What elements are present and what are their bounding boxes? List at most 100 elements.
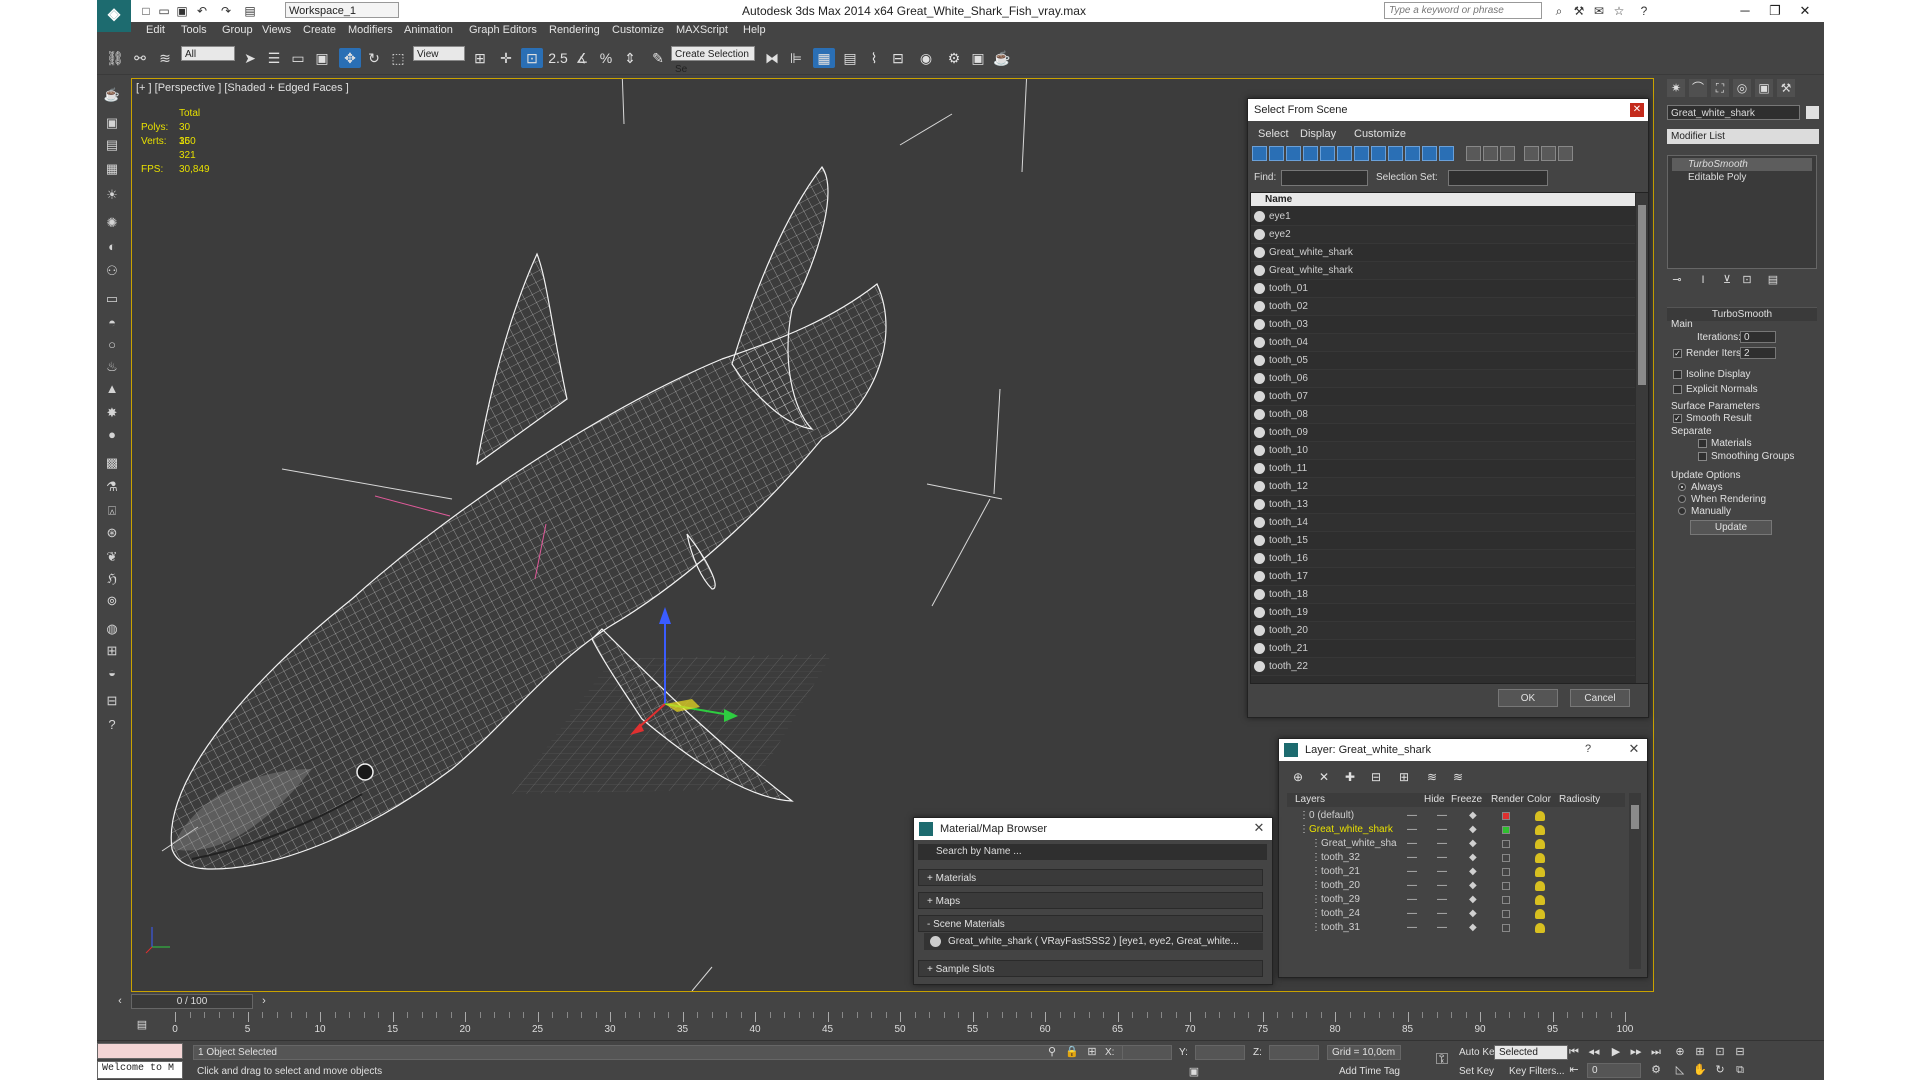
display-groups-icon[interactable]	[1354, 146, 1369, 161]
layer-radiosity-icon[interactable]	[1535, 867, 1545, 877]
layer-manager-icon[interactable]: ▦	[813, 48, 835, 68]
edit-named-sets-icon[interactable]: ✎	[647, 48, 669, 68]
schematic-view-icon[interactable]: ⊟	[887, 48, 909, 68]
separate-smoothing-groups-checkbox[interactable]	[1698, 452, 1707, 461]
layer-freeze-toggle[interactable]: —	[1437, 907, 1447, 921]
scale-icon[interactable]: ⬚	[387, 48, 409, 68]
sfs-list-item[interactable]: tooth_02	[1251, 298, 1635, 316]
update-always-radio[interactable]	[1678, 483, 1686, 491]
layer-radiosity-icon[interactable]	[1535, 909, 1545, 919]
menu-modifiers[interactable]: Modifiers	[348, 24, 393, 36]
col-freeze[interactable]: Freeze	[1451, 793, 1482, 807]
layer-color-swatch[interactable]	[1502, 882, 1510, 890]
zoom-extents-icon[interactable]: ⊡	[1713, 1045, 1727, 1059]
unlink-icon[interactable]: ⚯	[129, 48, 151, 68]
menu-group[interactable]: Group	[222, 24, 253, 36]
sfs-menu-display[interactable]: Display	[1300, 128, 1336, 140]
vray-material-icon[interactable]: ⚗	[102, 477, 122, 497]
keyboard-shortcut-override-icon[interactable]: ⊡	[521, 48, 543, 68]
layer-render-teapot-icon[interactable]: ◆	[1469, 893, 1477, 907]
sfs-list-item[interactable]: eye2	[1251, 226, 1635, 244]
layer-hide-toggle[interactable]: —	[1407, 879, 1417, 893]
field-of-view-icon[interactable]: ◺	[1673, 1063, 1687, 1077]
display-hidden-icon[interactable]	[1439, 146, 1454, 161]
layer-close-button[interactable]: ✕	[1627, 742, 1641, 756]
smooth-result-checkbox[interactable]: ✓	[1673, 414, 1682, 423]
layer-row[interactable]: ⋮ 0 (default) — — ◆	[1287, 809, 1612, 823]
angle-snap-icon[interactable]: ∡	[571, 48, 593, 68]
key-mode-select[interactable]: Selected	[1494, 1045, 1568, 1060]
snaps-toggle-icon[interactable]: 2.5	[547, 48, 569, 68]
menu-maxscript[interactable]: MAXScript	[676, 24, 728, 36]
spinner-snap-icon[interactable]: ⇕	[619, 48, 641, 68]
add-to-layer-icon[interactable]: ✚	[1339, 767, 1361, 787]
layer-render-teapot-icon[interactable]: ◆	[1469, 879, 1477, 893]
material-editor-icon[interactable]: ◉	[915, 48, 937, 68]
menu-views[interactable]: Views	[262, 24, 291, 36]
select-manipulate-icon[interactable]: ✛	[495, 48, 517, 68]
current-frame-input[interactable]: 0	[1587, 1063, 1641, 1078]
display-invert-icon[interactable]	[1500, 146, 1515, 161]
project-folder-icon[interactable]: ▤	[243, 4, 257, 18]
layer-row[interactable]: ⋮ tooth_21 — — ◆	[1287, 865, 1612, 879]
rotate-icon[interactable]: ↻	[363, 48, 385, 68]
x-coord-input[interactable]	[1122, 1045, 1172, 1060]
display-xrefs-icon[interactable]	[1371, 146, 1386, 161]
timeline-next-icon[interactable]: ›	[257, 994, 271, 1008]
layer-render-teapot-icon[interactable]: ◆	[1469, 809, 1477, 823]
sfs-column-name[interactable]: Name	[1251, 193, 1635, 206]
sfs-list-item[interactable]: tooth_20	[1251, 622, 1635, 640]
play-icon[interactable]: ▶	[1609, 1045, 1623, 1059]
binoculars-icon[interactable]: ⌕	[1552, 4, 1566, 18]
layer-hide-toggle[interactable]: —	[1407, 893, 1417, 907]
sfs-find-input[interactable]	[1281, 170, 1368, 186]
key-filters-button[interactable]: Key Filters...	[1509, 1066, 1565, 1077]
selection-filter-select[interactable]: All	[181, 46, 235, 61]
minimize-button[interactable]: ─	[1730, 2, 1760, 20]
mmb-section-scene-materials[interactable]: - Scene Materials	[918, 915, 1263, 932]
sfs-cancel-button[interactable]: Cancel	[1570, 689, 1630, 707]
layer-render-teapot-icon[interactable]: ◆	[1469, 851, 1477, 865]
communication-icon[interactable]: ✉	[1592, 4, 1606, 18]
zoom-icon[interactable]: ⊕	[1673, 1045, 1687, 1059]
display-helpers-icon[interactable]	[1320, 146, 1335, 161]
vray-hair-icon[interactable]: ℌ	[102, 569, 122, 589]
sfs-list-item[interactable]: tooth_18	[1251, 586, 1635, 604]
workspace-select[interactable]: Workspace_1	[285, 2, 399, 18]
time-slider[interactable]: 0 / 100	[131, 994, 253, 1009]
layer-row[interactable]: ⋮ tooth_31 — — ◆	[1287, 921, 1612, 935]
layer-hide-toggle[interactable]: —	[1407, 823, 1417, 837]
display-shapes-icon[interactable]	[1269, 146, 1284, 161]
sfs-list-item[interactable]: Great_white_shark	[1251, 244, 1635, 262]
layer-row[interactable]: ⋮ tooth_29 — — ◆	[1287, 893, 1612, 907]
go-to-end-icon[interactable]: ⏭	[1649, 1045, 1663, 1059]
mmb-title[interactable]: Material/Map Browser	[914, 818, 1272, 840]
sfs-list-item[interactable]: tooth_15	[1251, 532, 1635, 550]
sfs-list-item[interactable]: tooth_04	[1251, 334, 1635, 352]
maximize-button[interactable]: ❐	[1760, 2, 1790, 20]
app-logo-icon[interactable]: ◈	[97, 0, 131, 32]
save-icon[interactable]: ▣	[175, 4, 189, 18]
vray-ambient-icon[interactable]: ●	[102, 425, 122, 445]
sfs-list-item[interactable]: tooth_03	[1251, 316, 1635, 334]
previous-frame-icon[interactable]: ◂◂	[1587, 1045, 1601, 1059]
next-frame-icon[interactable]: ▸▸	[1629, 1045, 1643, 1059]
pan-view-icon[interactable]: ✋	[1693, 1063, 1707, 1077]
display-cameras-icon[interactable]	[1303, 146, 1318, 161]
vray-light-icon[interactable]: ☀	[102, 185, 122, 205]
hierarchy-icon[interactable]	[1541, 146, 1556, 161]
zoom-all-icon[interactable]: ⊞	[1693, 1045, 1707, 1059]
orbit-icon[interactable]: ↻	[1713, 1063, 1727, 1077]
new-file-icon[interactable]: □	[139, 4, 153, 18]
layer-freeze-toggle[interactable]: —	[1437, 893, 1447, 907]
mmb-section-materials[interactable]: + Materials	[918, 869, 1263, 886]
layer-render-teapot-icon[interactable]: ◆	[1469, 865, 1477, 879]
mmb-close-button[interactable]: ✕	[1252, 821, 1266, 835]
vray-sun-icon[interactable]: ✺	[102, 213, 122, 233]
layer-render-teapot-icon[interactable]: ◆	[1469, 823, 1477, 837]
modifier-list-select[interactable]: Modifier List	[1667, 129, 1819, 144]
col-render[interactable]: Render	[1491, 793, 1524, 807]
stack-item-turbosmooth[interactable]: TurboSmooth	[1672, 158, 1812, 171]
remove-modifier-icon[interactable]: ⊡	[1740, 273, 1754, 287]
sfs-title[interactable]: Select From Scene	[1248, 99, 1648, 121]
